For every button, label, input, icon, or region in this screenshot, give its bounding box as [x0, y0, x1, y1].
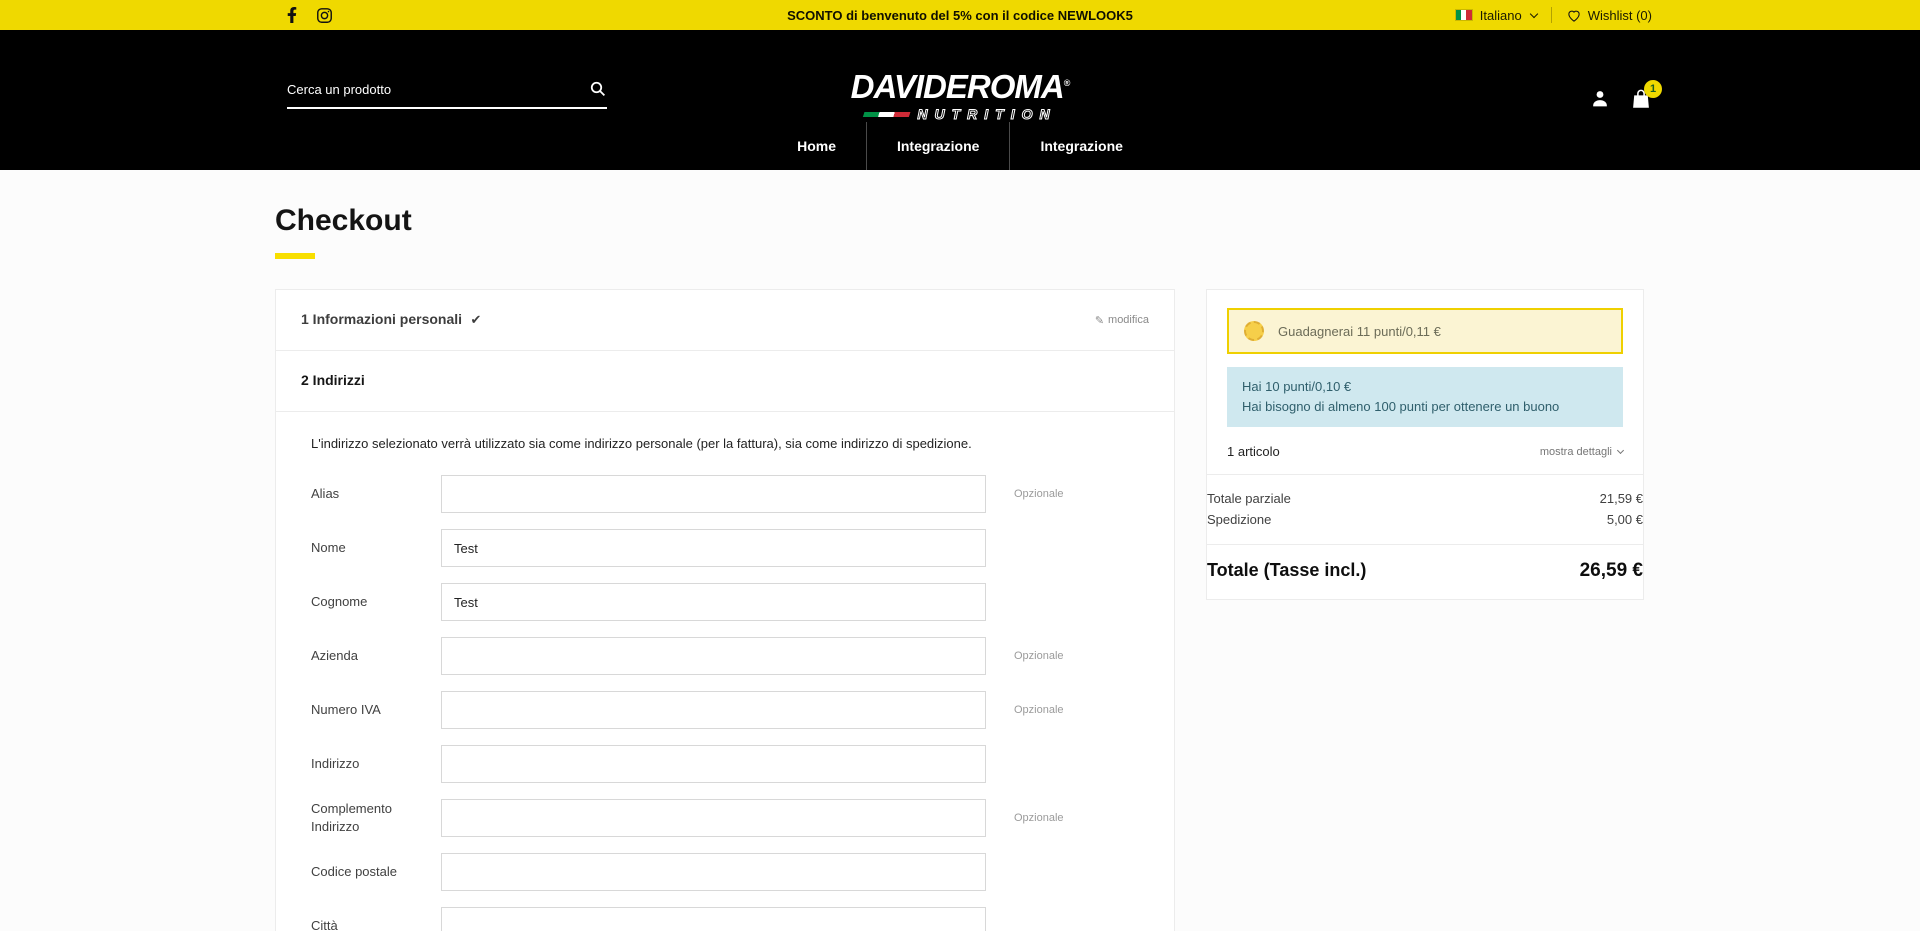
show-details-link[interactable]: mostra dettagli	[1540, 446, 1625, 458]
alias-label: Alias	[311, 486, 340, 502]
nome-field[interactable]	[441, 529, 986, 567]
main-content: Checkout 1 Informazioni personali ✔ ✎ mo…	[0, 170, 1920, 931]
points-earn-banner: Guadagnerai 11 punti/0,11 €	[1227, 308, 1623, 354]
form-row-azienda: Azienda Opzionale	[311, 637, 1139, 675]
heart-outline-icon	[1568, 10, 1580, 22]
complemento-field[interactable]	[441, 799, 986, 837]
azienda-label: Azienda	[311, 648, 358, 664]
language-label: Italiano	[1479, 7, 1522, 23]
search-button[interactable]	[589, 80, 607, 98]
checkout-steps-card: 1 Informazioni personali ✔ ✎ modifica 2 …	[275, 289, 1175, 931]
cart-count-badge: 1	[1644, 80, 1662, 98]
numero-iva-field[interactable]	[441, 691, 986, 729]
chevron-down-icon	[1529, 9, 1538, 18]
language-selector[interactable]: Italiano	[1454, 7, 1538, 23]
search-bar[interactable]	[287, 80, 607, 109]
subtotal-value: 21,59 €	[1599, 491, 1643, 507]
check-icon: ✔	[470, 312, 482, 327]
alias-field[interactable]	[441, 475, 986, 513]
form-row-citta: Città	[311, 907, 1139, 931]
edit-label: modifica	[1108, 314, 1149, 326]
total-row: Totale (Tasse incl.) 26,59 €	[1207, 545, 1643, 599]
form-row-nome: Nome	[311, 529, 1139, 567]
step1-title: 1 Informazioni personali	[301, 311, 463, 327]
pencil-icon: ✎	[1094, 314, 1105, 327]
coin-icon	[1244, 321, 1264, 341]
wishlist-label: Wishlist (0)	[1587, 7, 1652, 23]
numero-iva-label: Numero IVA	[311, 702, 381, 718]
site-logo[interactable]: DAVIDEROMA® NUTRITION	[850, 68, 1071, 123]
instagram-icon[interactable]	[316, 7, 333, 24]
step2-title: 2 Indirizzi	[301, 372, 365, 388]
shipping-value: 5,00 €	[1606, 512, 1643, 528]
nav-item-home[interactable]: Home	[767, 122, 866, 170]
form-row-complemento: Complemento Indirizzo Opzionale	[311, 799, 1139, 837]
nome-label: Nome	[311, 540, 346, 556]
logo-text: DAVIDEROMA®	[850, 68, 1071, 105]
subtotal-label: Totale parziale	[1207, 491, 1291, 507]
nav-item-integrazione-2[interactable]: Integrazione	[1010, 122, 1152, 170]
form-row-codice-postale: Codice postale	[311, 853, 1139, 891]
wishlist-link[interactable]: Wishlist (0)	[1566, 8, 1652, 23]
search-input[interactable]	[287, 81, 589, 97]
site-header: DAVIDEROMA® NUTRITION 1 Home Integrazion…	[0, 30, 1920, 170]
points-earn-text: Guadagnerai 11 punti/0,11 €	[1278, 323, 1441, 339]
azienda-field[interactable]	[441, 637, 986, 675]
codice-postale-label: Codice postale	[311, 864, 397, 880]
subtotal-row: Totale parziale 21,59 €	[1207, 489, 1643, 510]
main-nav: Home Integrazione Integrazione	[0, 122, 1920, 170]
topbar-divider	[1550, 7, 1552, 23]
nav-item-integrazione-1[interactable]: Integrazione	[867, 122, 1009, 170]
codice-postale-field[interactable]	[441, 853, 986, 891]
page-title: Checkout	[275, 204, 412, 237]
form-row-cognome: Cognome	[311, 583, 1139, 621]
total-label: Totale (Tasse incl.)	[1207, 560, 1367, 581]
cognome-field[interactable]	[441, 583, 986, 621]
form-row-numero-iva: Numero IVA Opzionale	[311, 691, 1139, 729]
edit-personal-info-link[interactable]: ✎ modifica	[1095, 314, 1149, 327]
citta-field[interactable]	[441, 907, 986, 931]
optional-hint: Opzionale	[1014, 650, 1064, 662]
cognome-label: Cognome	[311, 594, 368, 610]
account-button[interactable]	[1590, 88, 1610, 109]
address-form-description: L'indirizzo selezionato verrà utilizzato…	[311, 436, 972, 451]
logo-subtitle: NUTRITION	[917, 106, 1057, 123]
total-value: 26,59 €	[1579, 559, 1643, 581]
complemento-label: Complemento Indirizzo	[311, 801, 392, 834]
optional-hint: Opzionale	[1014, 812, 1064, 824]
social-links	[283, 7, 333, 24]
form-row-alias: Alias Opzionale	[311, 475, 1139, 513]
form-row-indirizzo: Indirizzo	[311, 745, 1139, 783]
shipping-label: Spedizione	[1207, 512, 1272, 528]
points-needed-text: Hai bisogno di almeno 100 punti per otte…	[1242, 399, 1560, 415]
shipping-row: Spedizione 5,00 €	[1207, 510, 1643, 531]
magnifier-icon	[590, 81, 606, 97]
step-addresses-header[interactable]: 2 Indirizzi	[276, 351, 1174, 412]
person-icon	[1593, 91, 1607, 107]
step-personal-info[interactable]: 1 Informazioni personali ✔ ✎ modifica	[276, 290, 1174, 351]
points-balance-text: Hai 10 punti/0,10 €	[1242, 379, 1352, 394]
indirizzo-field[interactable]	[441, 745, 986, 783]
title-underline	[275, 253, 315, 259]
optional-hint: Opzionale	[1014, 488, 1064, 500]
address-form: L'indirizzo selezionato verrà utilizzato…	[276, 412, 1174, 931]
order-summary-card: Guadagnerai 11 punti/0,11 € Hai 10 punti…	[1206, 289, 1644, 600]
indirizzo-label: Indirizzo	[311, 756, 360, 772]
citta-label: Città	[311, 918, 338, 931]
cart-button[interactable]: 1	[1630, 80, 1662, 110]
promo-banner-text: SCONTO di benvenuto del 5% con il codice…	[787, 7, 1133, 23]
italian-flag-icon	[1454, 9, 1473, 21]
chevron-down-icon	[1616, 447, 1625, 455]
points-balance-banner: Hai 10 punti/0,10 € Hai bisogno di almen…	[1227, 367, 1623, 428]
top-promo-bar: SCONTO di benvenuto del 5% con il codice…	[0, 0, 1920, 30]
logo-flag-stripe	[862, 111, 911, 117]
registered-mark: ®	[1063, 78, 1071, 88]
items-count: 1 articolo	[1227, 444, 1280, 460]
optional-hint: Opzionale	[1014, 704, 1064, 716]
facebook-icon[interactable]	[283, 7, 300, 24]
